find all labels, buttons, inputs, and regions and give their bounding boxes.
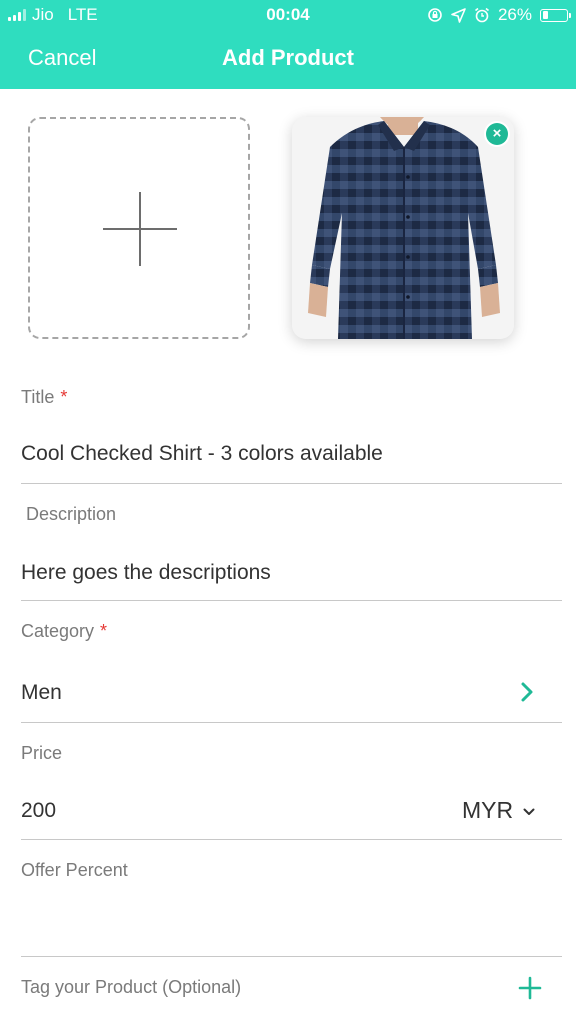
chevron-down-icon [523, 808, 535, 815]
currency-dropdown[interactable]: MYR [462, 797, 535, 824]
battery-fill [542, 11, 549, 19]
divider [21, 600, 562, 601]
required-mark: * [100, 621, 108, 641]
divider [21, 839, 562, 840]
description-label: Description [26, 504, 117, 524]
divider [21, 956, 562, 957]
nav-bar: Add Product Cancel [0, 30, 576, 89]
category-label-text: Category [21, 621, 95, 641]
product-photo-image [292, 117, 514, 339]
alarm-icon [474, 7, 489, 23]
category-label: Category * [21, 621, 107, 642]
offer-percent-input[interactable] [21, 915, 501, 941]
status-right: 26% [427, 5, 571, 25]
product-photo [292, 117, 514, 339]
offer-percent-label: Offer Percent [21, 860, 128, 880]
location-icon [451, 7, 466, 23]
currency-label: MYR [462, 797, 514, 823]
close-icon: × [492, 125, 502, 142]
add-photo-button[interactable] [28, 117, 250, 339]
battery-percent: 26% [497, 5, 532, 24]
chevron-right-icon[interactable] [516, 681, 538, 703]
cancel-button[interactable]: Cancel [28, 45, 96, 71]
remove-photo-button[interactable]: × [486, 123, 508, 145]
title-input[interactable]: Cool Checked Shirt - 3 colors available [21, 442, 383, 466]
price-label: Price [21, 743, 63, 763]
orientation-lock-icon [428, 8, 442, 22]
battery-icon [540, 8, 571, 22]
required-mark: * [60, 387, 68, 407]
status-bar: Jio LTE 00:04 26% [0, 0, 576, 30]
divider [21, 722, 562, 723]
title-label-text: Title [21, 387, 55, 407]
description-input[interactable]: Here goes the descriptions [21, 561, 271, 585]
plus-icon[interactable] [518, 976, 542, 1000]
divider [21, 483, 562, 484]
price-input[interactable]: 200 [21, 799, 56, 823]
tag-product-label[interactable]: Tag your Product (Optional) [21, 977, 241, 998]
category-select[interactable]: Men [21, 681, 62, 705]
title-label: Title * [21, 387, 67, 408]
